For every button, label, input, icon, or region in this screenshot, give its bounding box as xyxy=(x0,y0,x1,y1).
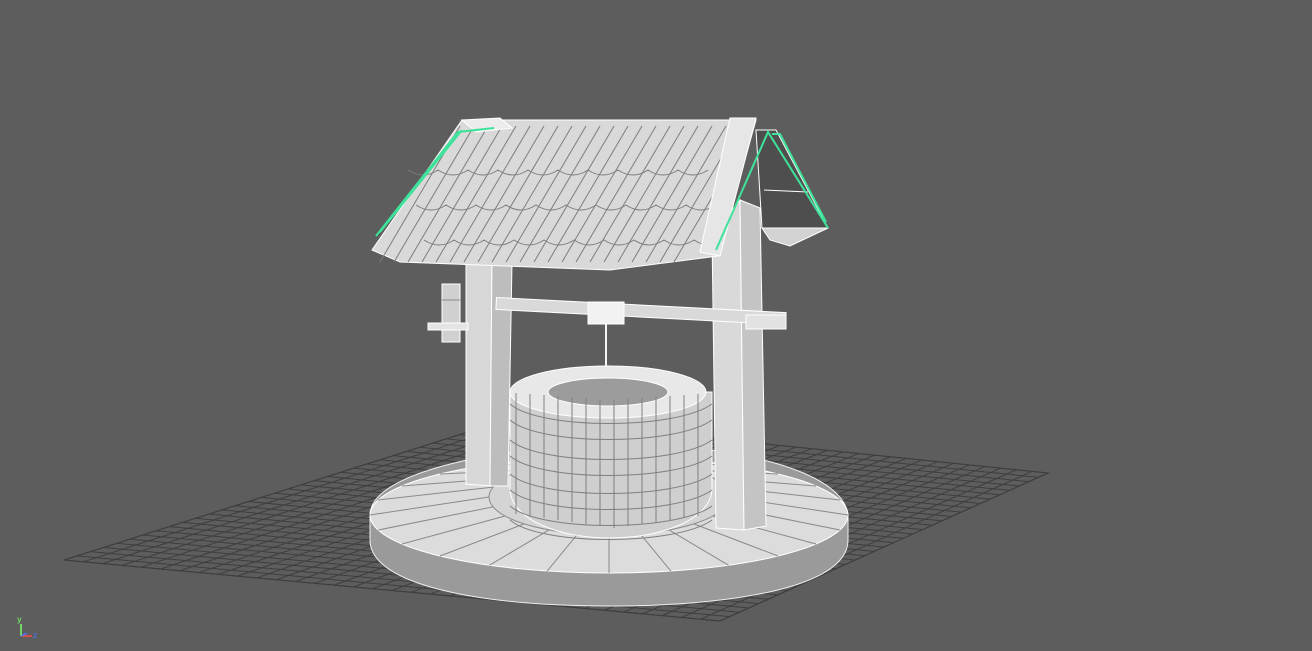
3d-viewport[interactable]: y z xyxy=(0,0,1312,651)
axis-gizmo: y z xyxy=(14,614,48,646)
crank-handle[interactable] xyxy=(427,283,469,343)
axis-y-label: y xyxy=(17,615,22,624)
axis-z-label: z xyxy=(33,631,38,640)
stone-well-wall[interactable] xyxy=(509,365,713,540)
scene-canvas[interactable] xyxy=(0,0,1312,651)
left-post[interactable] xyxy=(465,257,513,487)
